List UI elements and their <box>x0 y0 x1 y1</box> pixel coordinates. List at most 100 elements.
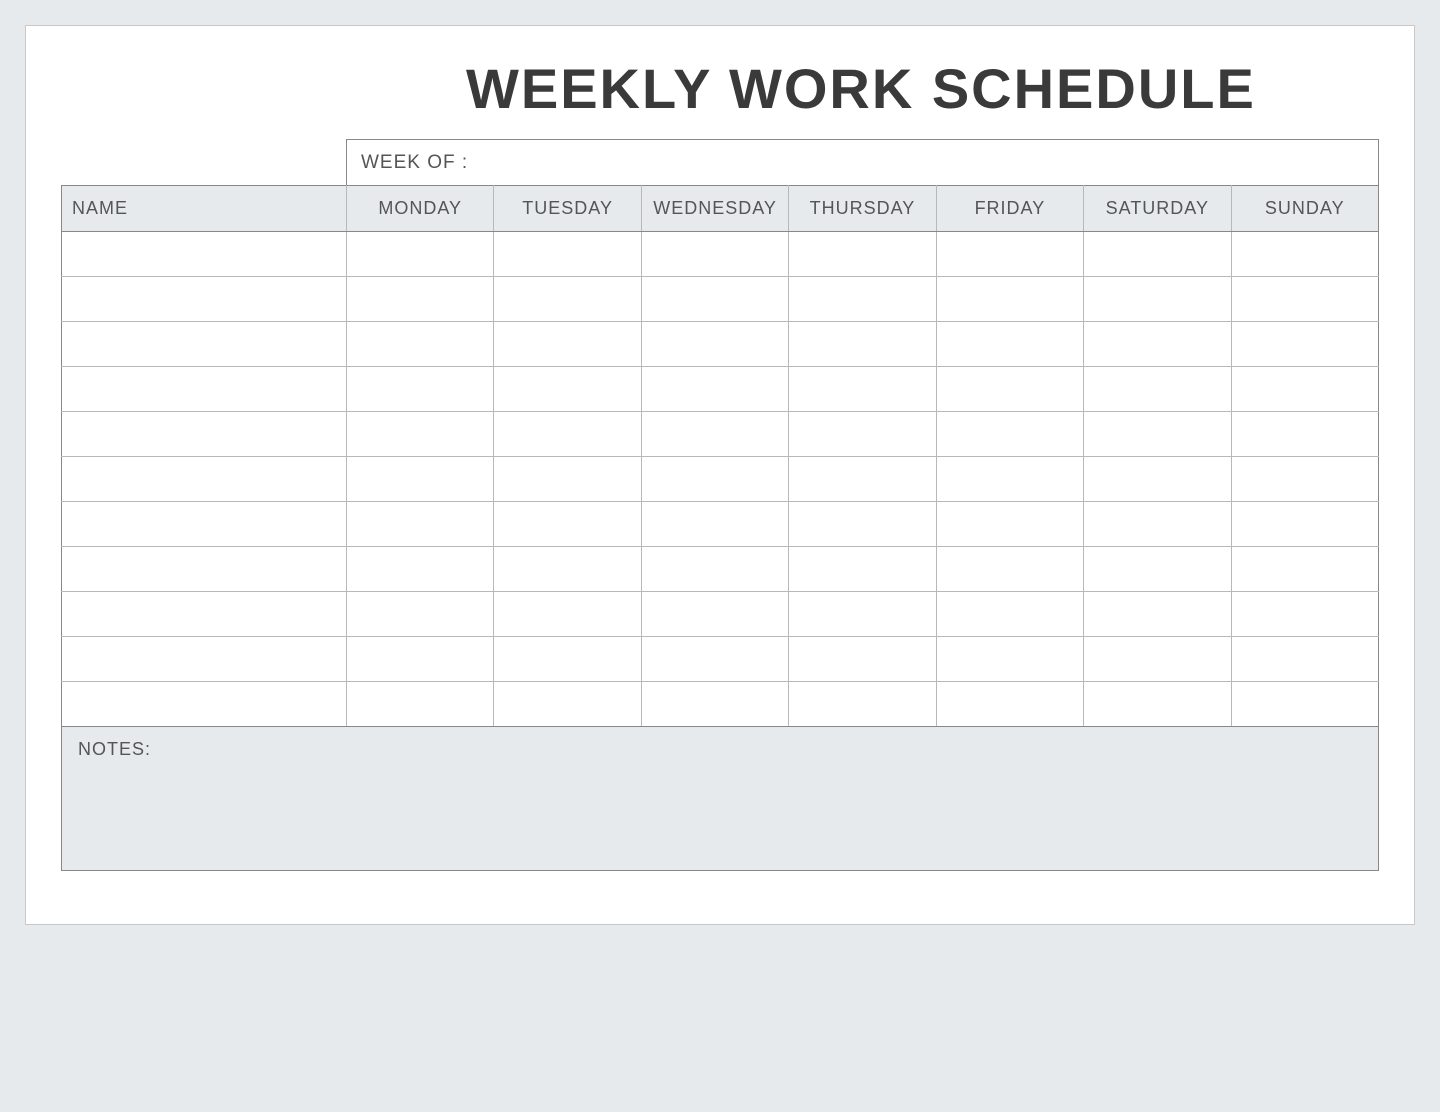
schedule-cell[interactable] <box>1231 457 1378 502</box>
schedule-cell[interactable] <box>1231 277 1378 322</box>
schedule-cell[interactable] <box>936 232 1083 277</box>
header-friday: FRIDAY <box>936 186 1083 232</box>
schedule-cell[interactable] <box>936 592 1083 637</box>
page-title: WEEKLY WORK SCHEDULE <box>466 56 1379 121</box>
schedule-cell[interactable] <box>1231 637 1378 682</box>
schedule-cell[interactable] <box>641 457 788 502</box>
schedule-cell[interactable] <box>1084 592 1231 637</box>
schedule-cell[interactable] <box>1084 232 1231 277</box>
name-cell[interactable] <box>62 547 347 592</box>
week-of-label: WEEK OF : <box>361 152 468 174</box>
schedule-cell[interactable] <box>1231 322 1378 367</box>
schedule-cell[interactable] <box>347 457 494 502</box>
schedule-cell[interactable] <box>789 457 936 502</box>
schedule-cell[interactable] <box>936 502 1083 547</box>
schedule-cell[interactable] <box>641 232 788 277</box>
schedule-cell[interactable] <box>1084 412 1231 457</box>
name-cell[interactable] <box>62 637 347 682</box>
schedule-cell[interactable] <box>347 232 494 277</box>
schedule-cell[interactable] <box>1084 547 1231 592</box>
name-cell[interactable] <box>62 502 347 547</box>
notes-section: NOTES: <box>61 727 1379 871</box>
name-cell[interactable] <box>62 232 347 277</box>
name-cell[interactable] <box>62 412 347 457</box>
schedule-cell[interactable] <box>494 367 641 412</box>
schedule-cell[interactable] <box>347 322 494 367</box>
schedule-cell[interactable] <box>936 547 1083 592</box>
schedule-cell[interactable] <box>1231 412 1378 457</box>
name-cell[interactable] <box>62 322 347 367</box>
schedule-cell[interactable] <box>936 682 1083 727</box>
schedule-cell[interactable] <box>936 277 1083 322</box>
schedule-cell[interactable] <box>1231 502 1378 547</box>
schedule-cell[interactable] <box>789 367 936 412</box>
name-cell[interactable] <box>62 277 347 322</box>
schedule-cell[interactable] <box>789 232 936 277</box>
schedule-cell[interactable] <box>347 502 494 547</box>
schedule-cell[interactable] <box>494 412 641 457</box>
schedule-cell[interactable] <box>1084 322 1231 367</box>
schedule-cell[interactable] <box>789 637 936 682</box>
table-row <box>62 367 1379 412</box>
schedule-cell[interactable] <box>494 322 641 367</box>
schedule-cell[interactable] <box>789 547 936 592</box>
schedule-cell[interactable] <box>494 232 641 277</box>
schedule-cell[interactable] <box>789 277 936 322</box>
table-row <box>62 682 1379 727</box>
schedule-cell[interactable] <box>494 502 641 547</box>
schedule-cell[interactable] <box>641 637 788 682</box>
header-name: NAME <box>62 186 347 232</box>
schedule-cell[interactable] <box>494 637 641 682</box>
schedule-cell[interactable] <box>1084 457 1231 502</box>
name-cell[interactable] <box>62 367 347 412</box>
schedule-cell[interactable] <box>347 367 494 412</box>
schedule-cell[interactable] <box>641 277 788 322</box>
name-cell[interactable] <box>62 592 347 637</box>
schedule-cell[interactable] <box>789 682 936 727</box>
schedule-cell[interactable] <box>347 547 494 592</box>
schedule-cell[interactable] <box>1231 682 1378 727</box>
schedule-cell[interactable] <box>641 367 788 412</box>
table-row <box>62 232 1379 277</box>
name-cell[interactable] <box>62 682 347 727</box>
name-cell[interactable] <box>62 457 347 502</box>
schedule-cell[interactable] <box>1084 502 1231 547</box>
week-of-row: WEEK OF : <box>346 139 1379 185</box>
schedule-cell[interactable] <box>494 547 641 592</box>
schedule-cell[interactable] <box>494 682 641 727</box>
schedule-cell[interactable] <box>641 547 788 592</box>
schedule-cell[interactable] <box>789 592 936 637</box>
schedule-cell[interactable] <box>936 367 1083 412</box>
schedule-cell[interactable] <box>347 277 494 322</box>
schedule-page: WEEKLY WORK SCHEDULE WEEK OF : NAME MOND… <box>25 25 1415 925</box>
schedule-cell[interactable] <box>1231 367 1378 412</box>
schedule-cell[interactable] <box>347 682 494 727</box>
header-wednesday: WEDNESDAY <box>641 186 788 232</box>
schedule-cell[interactable] <box>1084 277 1231 322</box>
schedule-cell[interactable] <box>347 412 494 457</box>
schedule-cell[interactable] <box>641 322 788 367</box>
schedule-cell[interactable] <box>1084 637 1231 682</box>
schedule-cell[interactable] <box>789 502 936 547</box>
schedule-cell[interactable] <box>1231 547 1378 592</box>
schedule-cell[interactable] <box>641 592 788 637</box>
schedule-cell[interactable] <box>641 502 788 547</box>
schedule-cell[interactable] <box>789 412 936 457</box>
schedule-cell[interactable] <box>1231 592 1378 637</box>
header-monday: MONDAY <box>347 186 494 232</box>
schedule-cell[interactable] <box>1231 232 1378 277</box>
schedule-cell[interactable] <box>789 322 936 367</box>
schedule-cell[interactable] <box>347 592 494 637</box>
schedule-cell[interactable] <box>347 637 494 682</box>
schedule-cell[interactable] <box>936 412 1083 457</box>
schedule-cell[interactable] <box>936 637 1083 682</box>
schedule-cell[interactable] <box>641 682 788 727</box>
schedule-cell[interactable] <box>936 322 1083 367</box>
schedule-cell[interactable] <box>1084 682 1231 727</box>
schedule-cell[interactable] <box>936 457 1083 502</box>
schedule-cell[interactable] <box>494 592 641 637</box>
schedule-cell[interactable] <box>641 412 788 457</box>
schedule-cell[interactable] <box>494 277 641 322</box>
schedule-cell[interactable] <box>1084 367 1231 412</box>
schedule-cell[interactable] <box>494 457 641 502</box>
